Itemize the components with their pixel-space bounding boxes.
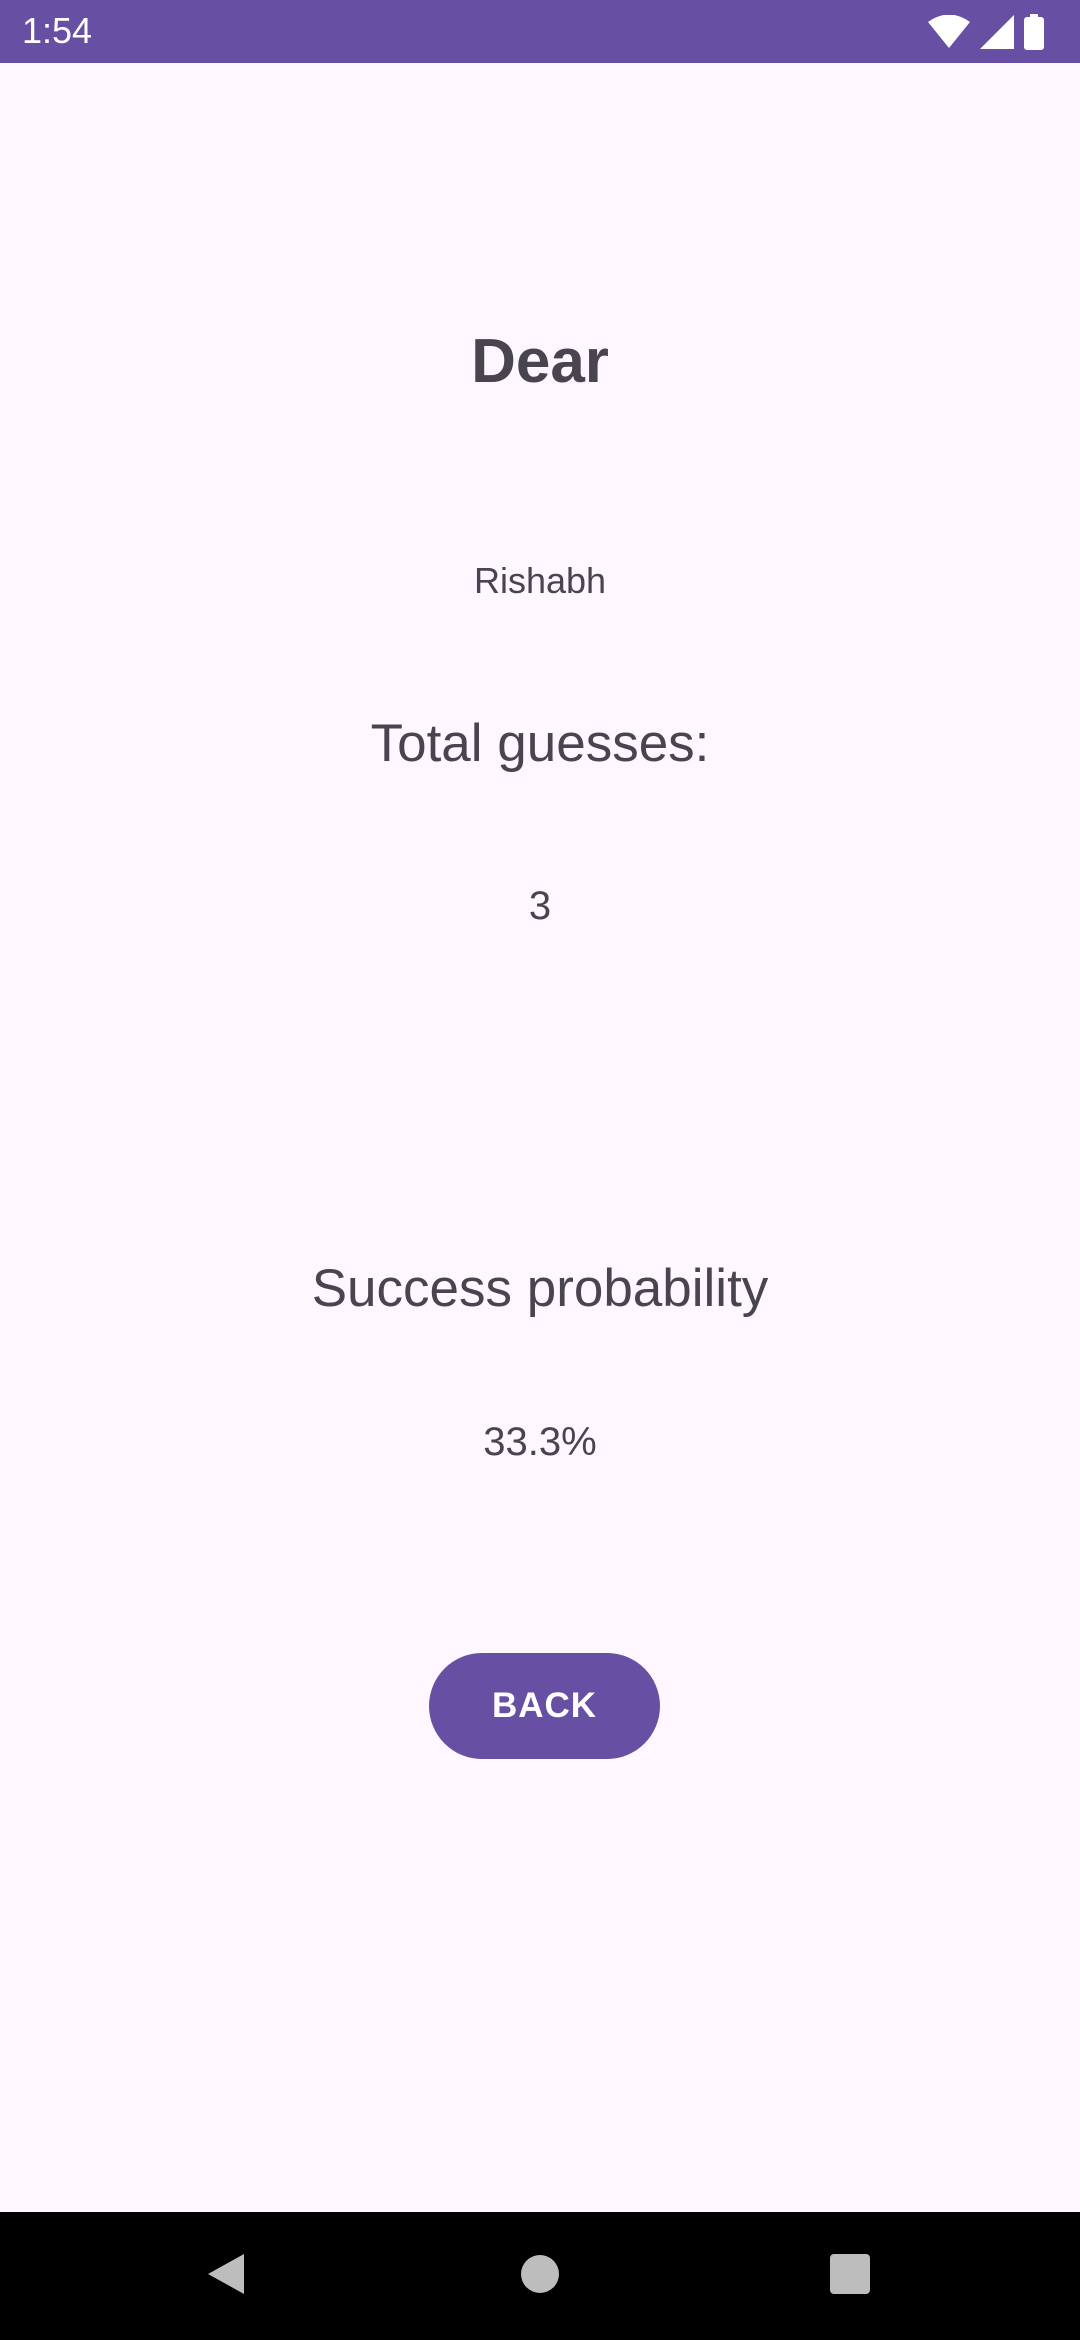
nav-recents-icon xyxy=(829,2253,871,2300)
nav-back-icon xyxy=(204,2252,248,2301)
navigation-bar xyxy=(0,2212,1080,2340)
app-screen: 1:54 Dear Rishabh Total guesses: 3 Succe… xyxy=(0,0,1080,2340)
success-probability-value: 33.3% xyxy=(483,1420,597,1464)
nav-home-icon xyxy=(519,2253,561,2300)
battery-icon xyxy=(1024,14,1044,50)
status-bar: 1:54 xyxy=(0,0,1080,63)
greeting-title: Dear xyxy=(471,327,609,396)
status-time: 1:54 xyxy=(22,10,93,51)
success-probability-label: Success probability xyxy=(311,1259,769,1318)
total-guesses-label: Total guesses: xyxy=(370,714,710,773)
back-button[interactable]: BACK xyxy=(429,1653,660,1759)
nav-recents-button[interactable] xyxy=(820,2246,880,2306)
status-icons xyxy=(928,12,1044,52)
total-guesses-value: 3 xyxy=(528,884,552,928)
wifi-icon xyxy=(928,15,970,49)
player-name: Rishabh xyxy=(473,560,607,601)
nav-home-button[interactable] xyxy=(510,2246,570,2306)
cell-signal-icon xyxy=(980,15,1014,49)
nav-back-button[interactable] xyxy=(196,2246,256,2306)
